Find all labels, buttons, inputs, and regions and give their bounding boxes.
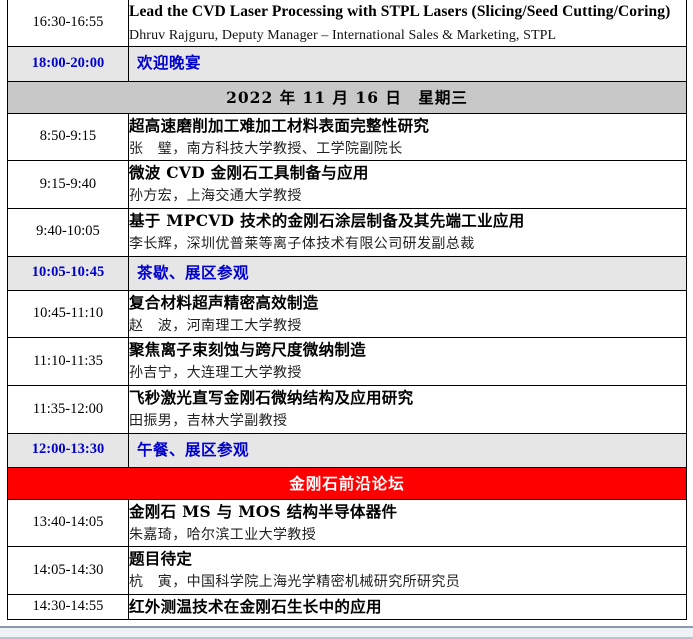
time-cell: 9:40-10:05 <box>7 207 129 257</box>
date-header-row: 2022 年 11 月 16 日 星期三 <box>7 80 687 114</box>
session-cell: 微波 CVD 金刚石工具制备与应用 孙方宏，上海交通大学教授 <box>128 160 687 209</box>
time-cell: 14:30-14:55 <box>7 594 129 621</box>
forum-banner-row: 金刚石前沿论坛 <box>7 466 687 500</box>
table-row: 11:35-12:00 飞秒激光直写金刚石微纳结构及应用研究 田振男，吉林大学副教授 <box>7 385 687 434</box>
session-cell: 聚焦离子束刻蚀与跨尺度微纳制造 孙吉宁，大连理工大学教授 <box>128 337 687 387</box>
session-cell: 题目待定杭 寅，中国科学院上海光学精密机械研究所研究员 <box>128 546 687 596</box>
session-title: 题目待定 <box>129 549 193 569</box>
table-row: 13:40-14:05 金刚石 MS 与 MOS 结构半导体器件 朱嘉琦，哈尔滨工业… <box>7 498 687 548</box>
session-speaker: 赵 波，河南理工大学教授 <box>129 317 302 334</box>
session-speaker: 朱嘉琦，哈尔滨工业大学教授 <box>129 526 317 543</box>
break-label: 午餐、展区参观 <box>137 439 250 459</box>
session-cell: 基于 MPCVD 技术的金刚石涂层制备及其先端工业应用 李长辉，深圳优普莱等离子体… <box>128 207 687 257</box>
session-title: Lead the CVD Laser Processing with STPL … <box>129 3 671 20</box>
break-cell: 茶歇、展区参观 <box>128 255 687 291</box>
break-row: 12:00-13:30 午餐、展区参观 <box>7 432 687 468</box>
session-speaker: 张 璧，南方科技大学教授、工学院副院长 <box>129 140 403 157</box>
session-title: 基于 MPCVD 技术的金刚石涂层制备及其先端工业应用 <box>129 210 525 230</box>
session-cell: 复合材料超声精密高效制造赵 波，河南理工大学教授 <box>128 289 687 339</box>
session-cell: 超高速磨削加工难加工材料表面完整性研究张 璧，南方科技大学教授、工学院副院长 <box>128 112 687 162</box>
schedule-body: 16:30-16:55 Lead the CVD Laser Processing… <box>7 0 687 621</box>
session-cell: 红外测温技术在金刚石生长中的应用 <box>128 594 687 621</box>
break-cell: 欢迎晚宴 <box>128 46 687 82</box>
session-speaker: Dhruv Rajguru, Deputy Manager – Internat… <box>129 27 557 43</box>
break-row: 10:05-10:45 茶歇、展区参观 <box>7 255 687 291</box>
table-row: 9:15-9:40 微波 CVD 金刚石工具制备与应用 孙方宏，上海交通大学教授 <box>7 160 687 209</box>
table-row: 8:50-9:15 超高速磨削加工难加工材料表面完整性研究张 璧，南方科技大学教授… <box>7 112 687 162</box>
time-cell: 18:00-20:00 <box>7 46 129 82</box>
session-title: 红外测温技术在金刚石生长中的应用 <box>129 597 382 617</box>
time-cell: 16:30-16:55 <box>7 0 129 48</box>
session-speaker: 杭 寅，中国科学院上海光学精密机械研究所研究员 <box>129 574 461 591</box>
break-label: 欢迎晚宴 <box>137 53 202 73</box>
time-cell: 10:45-11:10 <box>7 289 129 339</box>
session-cell: 金刚石 MS 与 MOS 结构半导体器件 朱嘉琦，哈尔滨工业大学教授 <box>128 498 687 548</box>
session-title: 微波 CVD 金刚石工具制备与应用 <box>129 163 369 183</box>
session-speaker: 李长辉，深圳优普莱等离子体技术有限公司研发副总裁 <box>129 235 475 252</box>
table-row: 14:05-14:30 题目待定杭 寅，中国科学院上海光学精密机械研究所研究员 <box>7 546 687 596</box>
break-label: 茶歇、展区参观 <box>137 262 250 282</box>
time-cell: 12:00-13:30 <box>7 432 129 468</box>
date-header-text: 2022 年 11 月 16 日 星期三 <box>226 87 468 107</box>
table-row: 16:30-16:55 Lead the CVD Laser Processing… <box>7 0 687 48</box>
time-cell: 13:40-14:05 <box>7 498 129 548</box>
session-title: 超高速磨削加工难加工材料表面完整性研究 <box>129 115 430 135</box>
session-speaker: 孙吉宁，大连理工大学教授 <box>129 365 302 382</box>
session-speaker: 孙方宏，上海交通大学教授 <box>129 188 302 205</box>
session-cell: Lead the CVD Laser Processing with STPL … <box>128 0 687 48</box>
session-cell: 飞秒激光直写金刚石微纳结构及应用研究 田振男，吉林大学副教授 <box>128 385 687 434</box>
time-cell: 8:50-9:15 <box>7 112 129 162</box>
break-cell: 午餐、展区参观 <box>128 432 687 468</box>
time-cell: 11:35-12:00 <box>7 385 129 434</box>
session-speaker: 田振男，吉林大学副教授 <box>129 413 288 430</box>
session-title: 复合材料超声精密高效制造 <box>129 292 319 312</box>
session-title: 聚焦离子束刻蚀与跨尺度微纳制造 <box>129 340 367 360</box>
table-row: 14:30-14:55 红外测温技术在金刚石生长中的应用 <box>7 594 687 621</box>
page-bottom-edge <box>0 626 693 639</box>
break-row: 18:00-20:00 欢迎晚宴 <box>7 46 687 82</box>
table-row: 10:45-11:10 复合材料超声精密高效制造赵 波，河南理工大学教授 <box>7 289 687 339</box>
time-cell: 14:05-14:30 <box>7 546 129 596</box>
table-row: 9:40-10:05 基于 MPCVD 技术的金刚石涂层制备及其先端工业应用 李长辉… <box>7 207 687 257</box>
time-cell: 9:15-9:40 <box>7 160 129 209</box>
session-title: 金刚石 MS 与 MOS 结构半导体器件 <box>129 501 398 521</box>
forum-banner-text: 金刚石前沿论坛 <box>289 473 405 493</box>
time-cell: 10:05-10:45 <box>7 255 129 291</box>
forum-banner-cell: 金刚石前沿论坛 <box>7 466 687 500</box>
date-header-cell: 2022 年 11 月 16 日 星期三 <box>7 80 687 114</box>
session-title: 飞秒激光直写金刚石微纳结构及应用研究 <box>129 388 414 408</box>
document-page: 16:30-16:55 Lead the CVD Laser Processing… <box>0 0 693 639</box>
table-row: 11:10-11:35 聚焦离子束刻蚀与跨尺度微纳制造 孙吉宁，大连理工大学教授 <box>7 337 687 387</box>
time-cell: 11:10-11:35 <box>7 337 129 387</box>
conference-schedule-table: 16:30-16:55 Lead the CVD Laser Processing… <box>7 0 687 621</box>
